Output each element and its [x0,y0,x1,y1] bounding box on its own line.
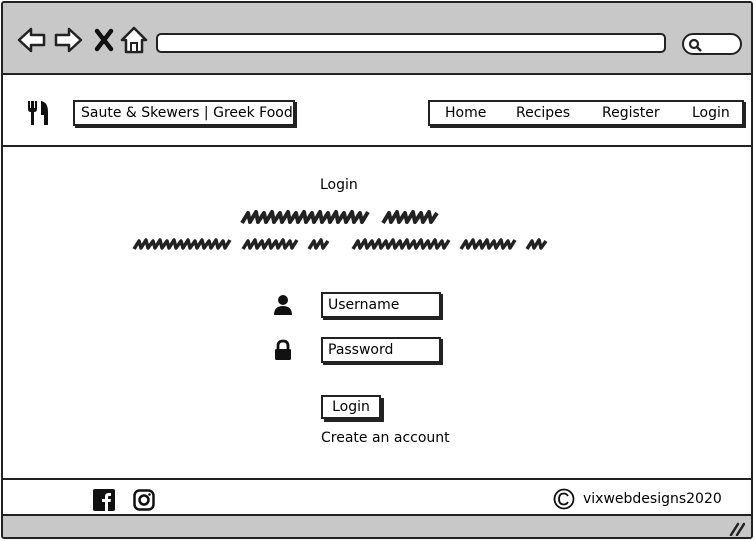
nav-register[interactable]: Register [602,102,660,124]
browser-toolbar [3,3,751,75]
facebook-icon[interactable] [93,489,115,511]
back-arrow-icon[interactable] [17,25,47,55]
browser-status-bar [3,514,751,537]
copyright-notice: vixwebdesigns2020 [553,488,722,510]
address-bar[interactable] [156,33,666,53]
login-section: Login Login Create an account [3,149,751,479]
site-title[interactable]: Saute & Skewers | Greek Food [73,100,295,126]
site-header: Saute & Skewers | Greek Food Home Recipe… [3,75,751,147]
username-input[interactable] [321,292,441,318]
copyright-icon [553,488,575,510]
login-button[interactable]: Login [321,395,381,419]
nav-recipes[interactable]: Recipes [516,102,570,124]
browser-search-box[interactable] [682,33,742,55]
login-heading: Login [320,177,358,193]
create-account-link[interactable]: Create an account [321,430,450,446]
placeholder-text-scribble [240,210,439,225]
site-footer: vixwebdesigns2020 [3,478,751,516]
browser-window: Saute & Skewers | Greek Food Home Recipe… [1,1,753,539]
password-input[interactable] [321,337,441,363]
user-icon [274,295,292,315]
search-icon [688,38,702,52]
instagram-icon[interactable] [133,489,155,511]
lock-icon [275,339,291,360]
forward-arrow-icon[interactable] [53,25,83,55]
resize-grip-icon[interactable] [729,522,745,536]
placeholder-text-scribble [132,238,548,250]
nav-login[interactable]: Login [692,102,730,124]
copyright-text: vixwebdesigns2020 [583,491,722,507]
main-navigation: Home Recipes Register Login [428,100,744,126]
cutlery-icon [28,101,48,125]
nav-home[interactable]: Home [445,102,486,124]
stop-close-icon[interactable] [89,25,119,55]
home-icon[interactable] [119,25,149,55]
